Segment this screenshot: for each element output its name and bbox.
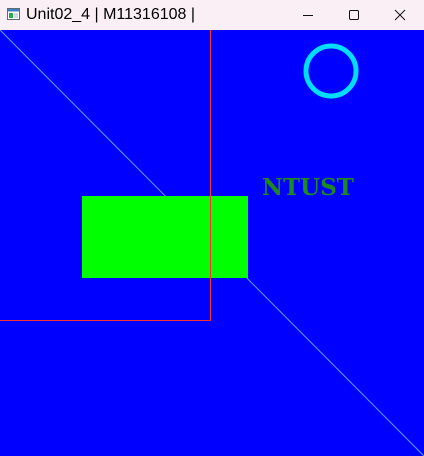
minimize-icon (303, 15, 313, 16)
maximize-icon (349, 10, 359, 20)
window-title: Unit02_4 | M11316108 | (26, 6, 196, 23)
minimize-button[interactable] (285, 0, 331, 30)
close-icon (394, 9, 406, 21)
maximize-button[interactable] (331, 0, 377, 30)
close-button[interactable] (377, 0, 423, 30)
green-rectangle (82, 196, 248, 278)
app-window-icon (7, 8, 20, 20)
title-bar[interactable]: Unit02_4 | M11316108 | (0, 0, 424, 30)
drawing-canvas: NTUST (0, 30, 424, 456)
ntust-label: NTUST (262, 174, 354, 201)
app-window: Unit02_4 | M11316108 | NTUST (0, 0, 424, 456)
